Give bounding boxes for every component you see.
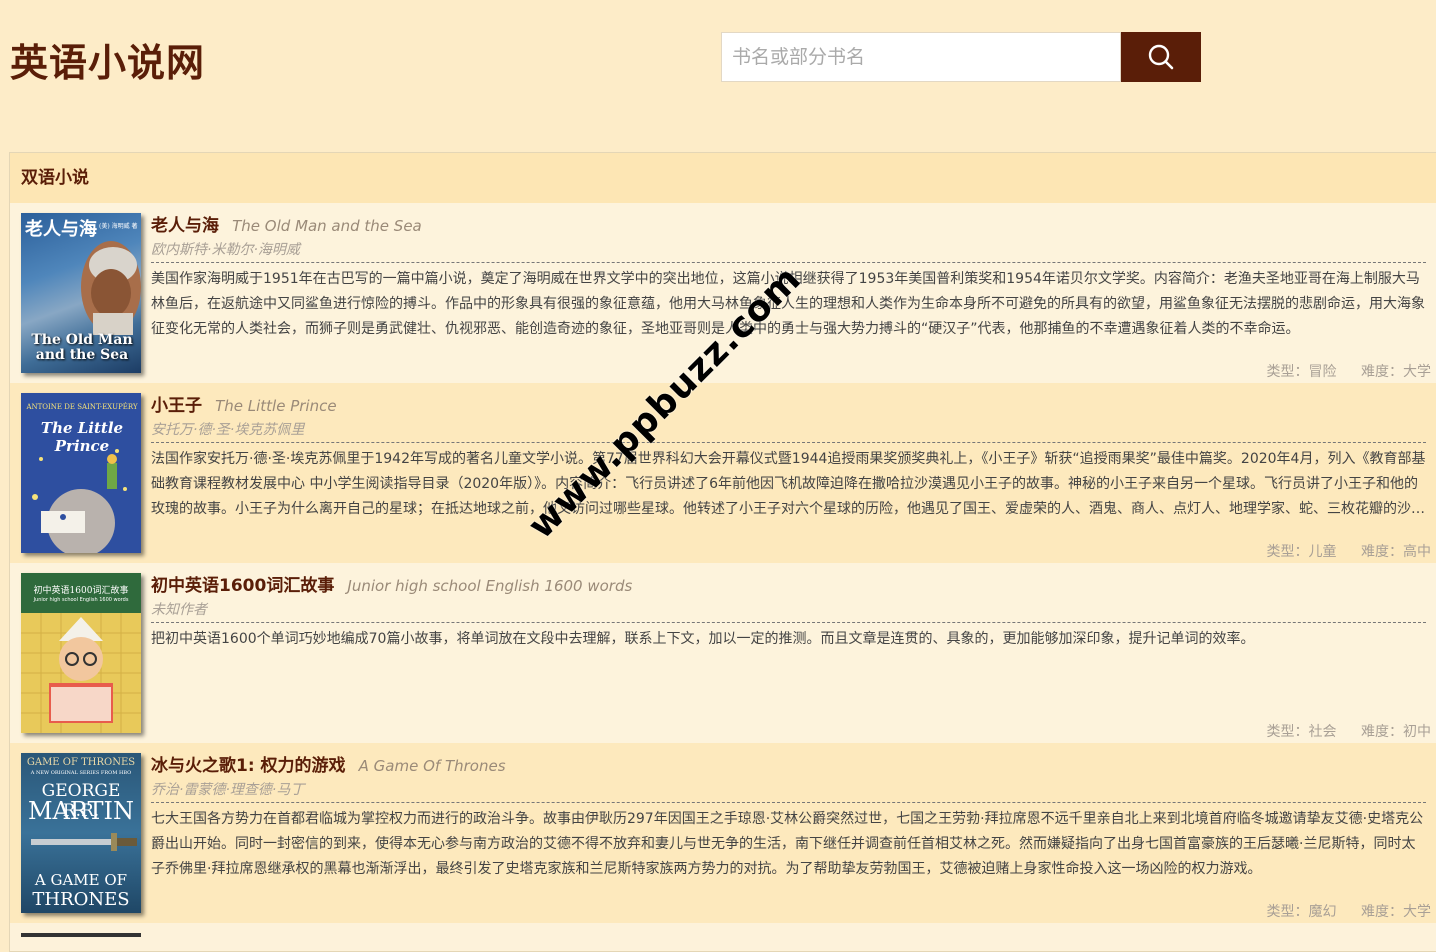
book-info: 冰与火之歌1: 权力的游戏 A Game Of Thrones 乔治·雷蒙德·理… <box>151 753 1426 913</box>
book-title-en: The Little Prince <box>215 397 337 415</box>
book-title-cn[interactable]: 老人与海 <box>151 216 219 236</box>
book-type: 类型：儿童 <box>1266 544 1337 560</box>
cover-title-en: Junior high school English 1600 words <box>33 597 129 603</box>
book-author: 乔治·雷蒙德·理查德·马丁 <box>151 779 1426 803</box>
search-input[interactable] <box>721 32 1121 82</box>
book-description: 把初中英语1600个单词巧妙地编成70篇小故事，将单词放在文段中去理解，联系上下… <box>151 631 1255 647</box>
book-list-panel: 双语小说 老人与海 (美) 海明威 著 The Old Man and the … <box>9 152 1436 952</box>
book-info: 老人与海 The Old Man and the Sea 欧内斯特·米勒尔·海明… <box>151 213 1426 373</box>
book-cover[interactable]: 老人与海 (美) 海明威 著 The Old Man and the Sea <box>21 213 141 373</box>
cover-author: ANTOINE DE SAINT-EXUPÉRY <box>26 403 138 411</box>
book-item[interactable]: GAME OF THRONES A NEW ORIGINAL SERIES FR… <box>10 743 1436 923</box>
next-book-cover-edge <box>21 933 141 937</box>
book-description: 法国作家安托万·德·圣·埃克苏佩里于1942年写成的著名儿童文学小说。第77届世… <box>151 451 1426 517</box>
book-author: 安托万·德·圣·埃克苏佩里 <box>151 419 1426 443</box>
book-item[interactable]: 初中英语1600词汇故事 Junior high school English … <box>10 563 1436 743</box>
cover-title: The Little Prince <box>40 419 124 455</box>
book-title-en: A Game Of Thrones <box>358 757 506 775</box>
book-cover[interactable]: 初中英语1600词汇故事 Junior high school English … <box>21 573 141 733</box>
book-level: 难度：高中 <box>1361 544 1431 560</box>
cover-title-1: A GAME OF <box>34 871 128 889</box>
book-author: 未知作者 <box>151 599 1426 623</box>
book-title-en: The Old Man and the Sea <box>232 217 422 235</box>
book-meta: 类型：魔幻 难度：大学 <box>1247 901 1431 921</box>
cover-title-2: THRONES <box>32 889 130 910</box>
book-level: 难度：大学 <box>1361 904 1431 920</box>
book-title-en: Junior high school English 1600 words <box>347 577 633 595</box>
book-cover[interactable]: ANTOINE DE SAINT-EXUPÉRY The Little Prin… <box>21 393 141 553</box>
book-item[interactable]: ANTOINE DE SAINT-EXUPÉRY The Little Prin… <box>10 383 1436 563</box>
book-cover[interactable]: GAME OF THRONES A NEW ORIGINAL SERIES FR… <box>21 753 141 913</box>
section-title: 双语小说 <box>10 153 1436 203</box>
book-item[interactable]: 老人与海 (美) 海明威 著 The Old Man and the Sea 老… <box>10 203 1436 383</box>
book-type: 类型：冒险 <box>1266 364 1337 380</box>
book-info: 初中英语1600词汇故事 Junior high school English … <box>151 573 1426 733</box>
book-title-cn[interactable]: 小王子 <box>151 396 202 416</box>
cover-title-cn: 初中英语1600词汇故事 <box>33 586 129 596</box>
book-level: 难度：初中 <box>1361 724 1431 740</box>
cover-small-text: (美) 海明威 著 <box>99 223 138 230</box>
site-logo[interactable]: 英语小说网 <box>10 32 205 87</box>
book-type: 类型：魔幻 <box>1266 904 1337 920</box>
book-meta: 类型：社会 难度：初中 <box>1247 721 1431 741</box>
book-info: 小王子 The Little Prince 安托万·德·圣·埃克苏佩里 法国作家… <box>151 393 1426 553</box>
book-description: 美国作家海明威于1951年在古巴写的一篇中篇小说，奠定了海明威在世界文学中的突出… <box>151 271 1425 337</box>
book-meta: 类型：儿童 难度：高中 <box>1247 541 1431 561</box>
book-meta: 类型：冒险 难度：大学 <box>1247 361 1431 381</box>
search-button[interactable] <box>1121 32 1201 82</box>
book-title-cn[interactable]: 冰与火之歌1: 权力的游戏 <box>151 756 346 776</box>
book-title-cn[interactable]: 初中英语1600词汇故事 <box>151 576 334 596</box>
cover-author-2: MARTIN <box>27 797 135 825</box>
book-description: 七大王国各方势力在首都君临城为掌控权力而进行的政治斗争。故事由伊耿历297年因国… <box>151 811 1424 877</box>
header: 英语小说网 <box>0 0 1436 120</box>
search-icon <box>1148 44 1174 70</box>
book-author: 欧内斯特·米勒尔·海明威 <box>151 239 1426 263</box>
book-type: 类型：社会 <box>1266 724 1337 740</box>
book-level: 难度：大学 <box>1361 364 1431 380</box>
cover-title-cn: 老人与海 <box>25 219 97 240</box>
cover-title-en: The Old Man and the Sea <box>31 332 133 363</box>
cover-series-top: GAME OF THRONES <box>26 757 136 768</box>
cover-series-sub: A NEW ORIGINAL SERIES FROM HBO <box>30 770 132 776</box>
